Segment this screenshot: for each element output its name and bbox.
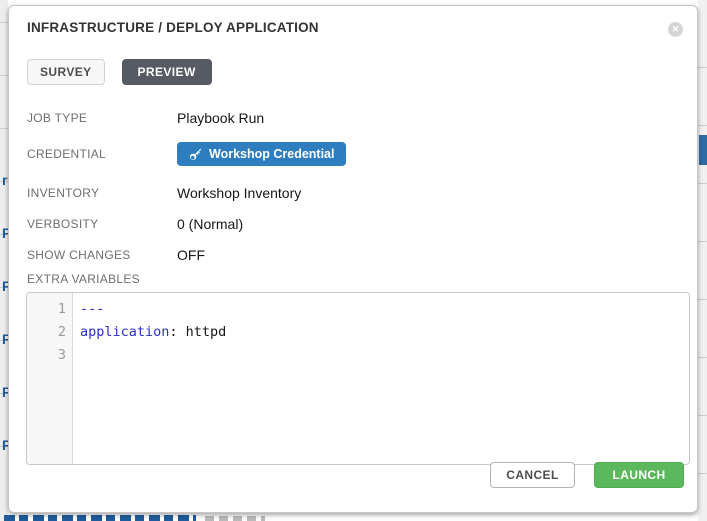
editor-code-line <box>80 344 689 367</box>
credential-label: CREDENTIAL <box>27 147 177 161</box>
code-token: application <box>80 324 169 340</box>
background-page-left-edge: rFFFFF <box>0 0 8 521</box>
credential-badge[interactable]: Workshop Credential <box>177 142 346 166</box>
job-type-row: JOB TYPE Playbook Run <box>27 110 264 126</box>
editor-line-number-gutter: 123 <box>27 293 73 464</box>
job-type-value: Playbook Run <box>177 110 264 126</box>
editor-code-line: application: httpd <box>80 321 689 344</box>
close-icon[interactable]: ✕ <box>668 22 683 37</box>
inventory-label: INVENTORY <box>27 186 177 200</box>
deploy-application-modal: INFRASTRUCTURE / DEPLOY APPLICATION ✕ SU… <box>8 5 698 513</box>
background-clipped-text <box>4 515 196 521</box>
code-token: --- <box>80 301 104 317</box>
verbosity-row: VERBOSITY 0 (Normal) <box>27 216 243 232</box>
background-page-right-edge <box>698 0 707 521</box>
background-blue-button-fragment <box>699 135 707 165</box>
tab-survey[interactable]: SURVEY <box>27 59 105 85</box>
tab-preview[interactable]: PREVIEW <box>122 59 212 85</box>
job-type-label: JOB TYPE <box>27 111 177 125</box>
show-changes-label: SHOW CHANGES <box>27 248 177 262</box>
editor-line-number: 3 <box>27 344 72 367</box>
inventory-value: Workshop Inventory <box>177 185 301 201</box>
extra-variables-label: EXTRA VARIABLES <box>27 272 140 286</box>
background-clipped-text-secondary <box>205 516 265 521</box>
show-changes-row: SHOW CHANGES OFF <box>27 247 205 263</box>
cancel-button[interactable]: CANCEL <box>490 462 575 488</box>
editor-line-number: 1 <box>27 298 72 321</box>
launch-button[interactable]: LAUNCH <box>594 462 684 488</box>
code-token: httpd <box>186 324 227 340</box>
tab-bar: SURVEY PREVIEW <box>27 59 212 85</box>
code-token: : <box>169 324 185 340</box>
credential-row: CREDENTIAL Workshop Credential <box>27 142 346 166</box>
screen: rFFFFF INFRASTRUCTURE / DEPLOY APPLICATI… <box>0 0 707 521</box>
credential-badge-label: Workshop Credential <box>209 147 334 161</box>
editor-code-line: --- <box>80 298 689 321</box>
editor-line-number: 2 <box>27 321 72 344</box>
inventory-row: INVENTORY Workshop Inventory <box>27 185 301 201</box>
extra-variables-editor[interactable]: 123 --- application: httpd <box>26 292 690 465</box>
show-changes-value: OFF <box>177 247 205 263</box>
editor-code-area[interactable]: --- application: httpd <box>73 293 689 464</box>
key-icon <box>189 148 202 161</box>
verbosity-value: 0 (Normal) <box>177 216 243 232</box>
modal-title: INFRASTRUCTURE / DEPLOY APPLICATION <box>27 20 319 35</box>
verbosity-label: VERBOSITY <box>27 217 177 231</box>
